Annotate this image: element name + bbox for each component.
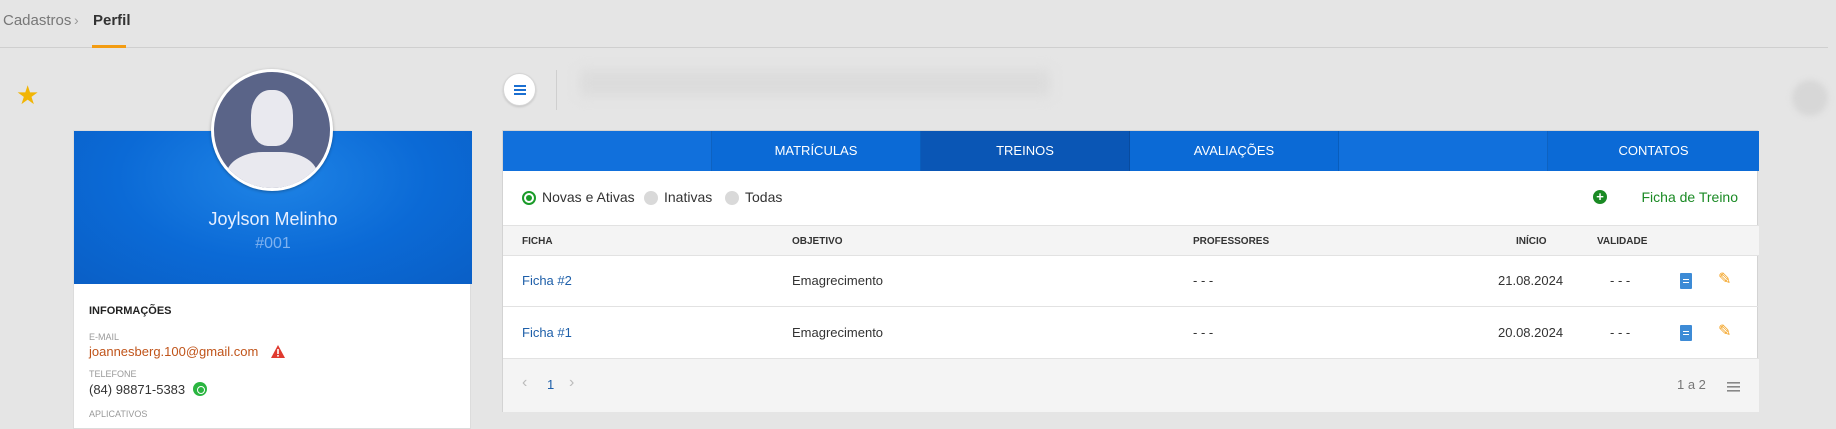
breadcrumb-separator: › bbox=[74, 12, 79, 28]
inicio-cell: 20.08.2024 bbox=[1498, 325, 1564, 340]
avatar-head-shape bbox=[251, 90, 293, 146]
document-icon[interactable] bbox=[1680, 273, 1692, 289]
tab-matriculas[interactable]: MATRÍCULAS bbox=[712, 131, 921, 171]
table-header: FICHA OBJETIVO PROFESSORES INÍCIO VALIDA… bbox=[503, 225, 1759, 256]
phone-value: (84) 98871-5383 bbox=[89, 382, 186, 397]
pencil-edit-icon[interactable]: ✎ bbox=[1718, 271, 1736, 289]
email-value[interactable]: joannesberg.100@gmail.com bbox=[89, 344, 258, 359]
apps-label: APLICATIVOS bbox=[89, 409, 148, 419]
email-label: E-MAIL bbox=[89, 332, 120, 342]
validade-cell: - - - bbox=[1610, 273, 1631, 288]
blurred-title bbox=[580, 70, 1050, 96]
info-section-title: INFORMAÇÕES bbox=[89, 305, 172, 317]
table-row[interactable]: Ficha #2 Emagrecimento - - - 21.08.2024 … bbox=[503, 256, 1759, 307]
profile-id: #001 bbox=[255, 235, 291, 252]
add-ficha-treino-button[interactable]: Ficha de Treino bbox=[1642, 189, 1739, 205]
column-header-validade[interactable]: VALIDADE bbox=[1597, 236, 1647, 247]
prev-page-icon[interactable]: ‹ bbox=[522, 374, 527, 392]
hamburger-icon-line bbox=[514, 93, 526, 95]
professores-cell: - - - bbox=[1193, 273, 1214, 288]
blurred-avatar bbox=[1792, 80, 1828, 116]
tab-avaliacoes[interactable]: AVALIAÇÕES bbox=[1130, 131, 1339, 171]
whatsapp-icon[interactable] bbox=[193, 382, 207, 396]
table-row[interactable]: Ficha #1 Emagrecimento - - - 20.08.2024 … bbox=[503, 308, 1759, 359]
document-icon[interactable] bbox=[1680, 325, 1692, 341]
header-divider bbox=[556, 70, 557, 110]
avatar-body-shape bbox=[226, 152, 318, 188]
radio-todas[interactable] bbox=[725, 191, 739, 205]
avatar[interactable] bbox=[211, 69, 333, 191]
page-1-button[interactable]: 1 bbox=[547, 377, 554, 392]
list-options-icon[interactable] bbox=[1727, 382, 1740, 392]
hamburger-icon-line bbox=[514, 89, 526, 91]
add-circle-icon[interactable]: + bbox=[1593, 190, 1607, 204]
breadcrumb-cadastros[interactable]: Cadastros bbox=[3, 12, 71, 29]
treinos-panel: MATRÍCULAS TREINOS AVALIAÇÕES CONTATOS N… bbox=[502, 130, 1759, 412]
objetivo-cell: Emagrecimento bbox=[792, 273, 884, 288]
menu-button[interactable] bbox=[503, 73, 536, 106]
column-header-inicio[interactable]: INÍCIO bbox=[1516, 236, 1547, 247]
column-header-ficha[interactable]: FICHA bbox=[522, 236, 553, 247]
column-header-professores[interactable]: PROFESSORES bbox=[1193, 236, 1269, 247]
column-header-objetivo[interactable]: OBJETIVO bbox=[792, 236, 843, 247]
radio-label-todas[interactable]: Todas bbox=[745, 189, 782, 205]
tab-bar: MATRÍCULAS TREINOS AVALIAÇÕES CONTATOS bbox=[503, 131, 1759, 171]
pagination-summary: 1 a 2 bbox=[1677, 377, 1706, 392]
breadcrumb-perfil[interactable]: Perfil bbox=[93, 12, 131, 29]
warning-icon[interactable] bbox=[271, 345, 285, 358]
favorite-star-icon[interactable]: ★ bbox=[16, 82, 39, 108]
objetivo-cell: Emagrecimento bbox=[792, 325, 884, 340]
tab-contatos[interactable]: CONTATOS bbox=[1548, 131, 1759, 171]
radio-novas-ativas[interactable] bbox=[522, 191, 536, 205]
inicio-cell: 21.08.2024 bbox=[1498, 273, 1564, 288]
tab-hidden-1[interactable] bbox=[503, 131, 712, 171]
radio-label-inativas[interactable]: Inativas bbox=[664, 189, 712, 205]
ficha-link[interactable]: Ficha #2 bbox=[522, 273, 572, 288]
ficha-link[interactable]: Ficha #1 bbox=[522, 325, 572, 340]
hamburger-icon-line bbox=[514, 85, 526, 87]
tab-hidden-2[interactable] bbox=[1339, 131, 1548, 171]
breadcrumb-active-indicator bbox=[92, 45, 126, 48]
breadcrumb: Cadastros › Perfil bbox=[0, 0, 1828, 48]
tab-treinos[interactable]: TREINOS bbox=[921, 131, 1130, 171]
pagination: ‹ 1 › 1 a 2 bbox=[503, 359, 1759, 412]
validade-cell: - - - bbox=[1610, 325, 1631, 340]
pencil-edit-icon[interactable]: ✎ bbox=[1718, 323, 1736, 341]
radio-label-novas-ativas[interactable]: Novas e Ativas bbox=[542, 189, 635, 205]
radio-inativas[interactable] bbox=[644, 191, 658, 205]
phone-label: TELEFONE bbox=[89, 369, 137, 379]
professores-cell: - - - bbox=[1193, 325, 1214, 340]
profile-name: Joylson Melinho bbox=[208, 209, 338, 229]
next-page-icon[interactable]: › bbox=[569, 374, 574, 392]
